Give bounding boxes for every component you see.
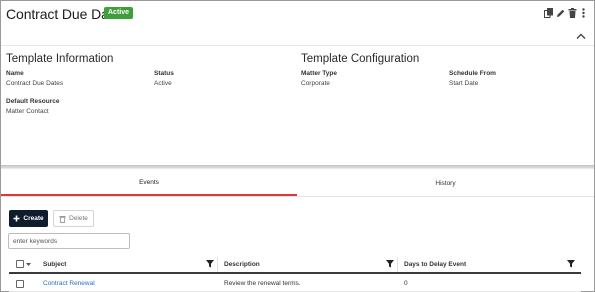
- more-vertical-icon: [582, 8, 585, 18]
- tab-events[interactable]: Events: [1, 170, 297, 196]
- delete-button[interactable]: Delete: [53, 210, 94, 227]
- status-value: Active: [154, 80, 172, 87]
- row-subject-link[interactable]: Contract Renewal: [43, 280, 95, 287]
- row-days-to-delay: 0: [404, 280, 408, 287]
- plus-icon: [13, 215, 20, 222]
- status-label: Status: [154, 70, 174, 77]
- name-value: Contract Due Dates: [6, 80, 64, 87]
- create-button[interactable]: Create: [9, 210, 48, 227]
- header-divider: [1, 45, 594, 46]
- column-divider: [217, 257, 218, 272]
- panel-separator: [1, 165, 594, 169]
- delete-button-label: Delete: [69, 215, 88, 222]
- column-divider: [397, 257, 398, 272]
- matter-type-value: Corporate: [301, 80, 330, 87]
- default-resource-value: Matter Contact: [6, 108, 49, 115]
- name-label: Name: [6, 70, 24, 77]
- tab-history[interactable]: History: [297, 170, 594, 196]
- select-all-checkbox[interactable]: [16, 260, 24, 268]
- search-input[interactable]: [8, 233, 130, 249]
- trash-icon: [568, 8, 577, 18]
- column-header-description[interactable]: Description: [224, 257, 260, 272]
- more-actions-button[interactable]: [579, 8, 588, 18]
- matter-type-label: Matter Type: [301, 70, 337, 77]
- filter-icon[interactable]: [567, 260, 575, 268]
- row-checkbox[interactable]: [16, 280, 24, 288]
- schedule-from-value: Start Date: [449, 80, 479, 87]
- column-header-days-to-delay[interactable]: Days to Delay Event: [404, 257, 466, 272]
- tab-divider: [1, 196, 594, 197]
- copy-button[interactable]: [544, 8, 553, 18]
- column-header-subject[interactable]: Subject: [43, 257, 66, 272]
- delete-record-button[interactable]: [568, 8, 577, 18]
- collapse-button[interactable]: [576, 27, 586, 39]
- default-resource-label: Default Resource: [6, 98, 60, 105]
- row-description: Review the renewal terms.: [224, 280, 301, 287]
- edit-button[interactable]: [556, 8, 565, 18]
- template-information-heading: Template Information: [6, 53, 114, 65]
- create-button-label: Create: [23, 215, 44, 222]
- chevron-up-icon: [576, 33, 586, 39]
- table-header: Subject Description Days to Delay Event: [9, 257, 581, 274]
- schedule-from-label: Schedule From: [449, 70, 496, 77]
- edit-icon: [557, 9, 565, 17]
- template-configuration-heading: Template Configuration: [301, 53, 420, 65]
- caret-down-icon[interactable]: [26, 263, 31, 266]
- copy-icon: [544, 8, 553, 18]
- filter-icon[interactable]: [206, 260, 214, 268]
- trash-icon: [59, 215, 66, 223]
- filter-icon[interactable]: [386, 260, 394, 268]
- status-badge: Active: [104, 7, 134, 19]
